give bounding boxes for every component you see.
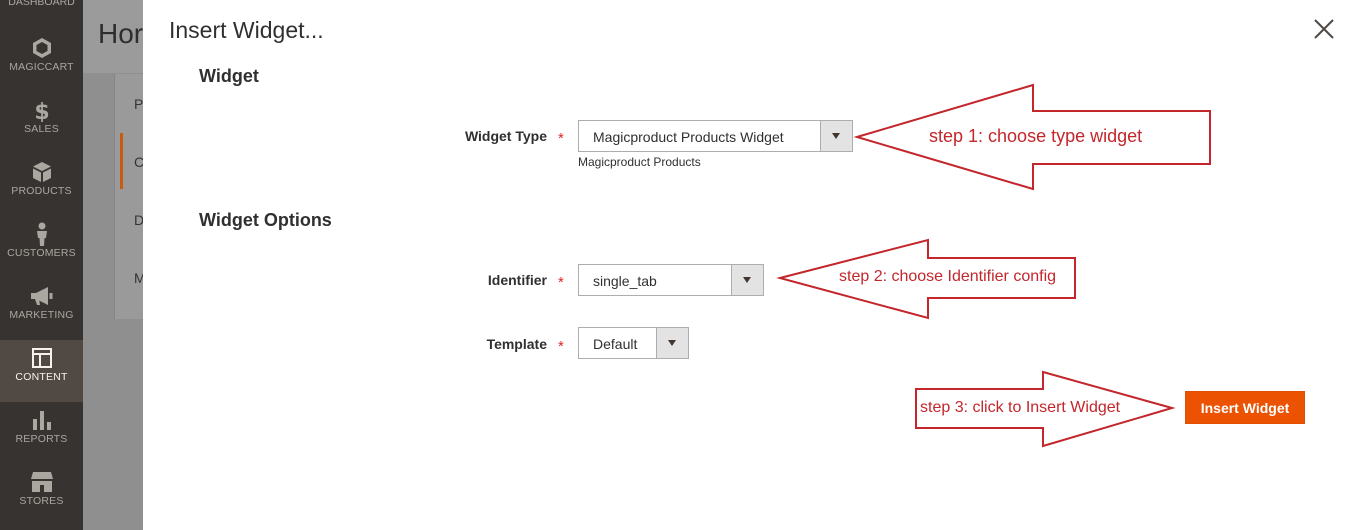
- annotation-step1: step 1: choose type widget: [929, 126, 1143, 146]
- annotation-step2: step 2: choose Identifier config: [839, 268, 1057, 285]
- annotation-arrows: [776, 83, 1211, 448]
- annotation-step3: step 3: click to Insert Widget: [920, 399, 1121, 416]
